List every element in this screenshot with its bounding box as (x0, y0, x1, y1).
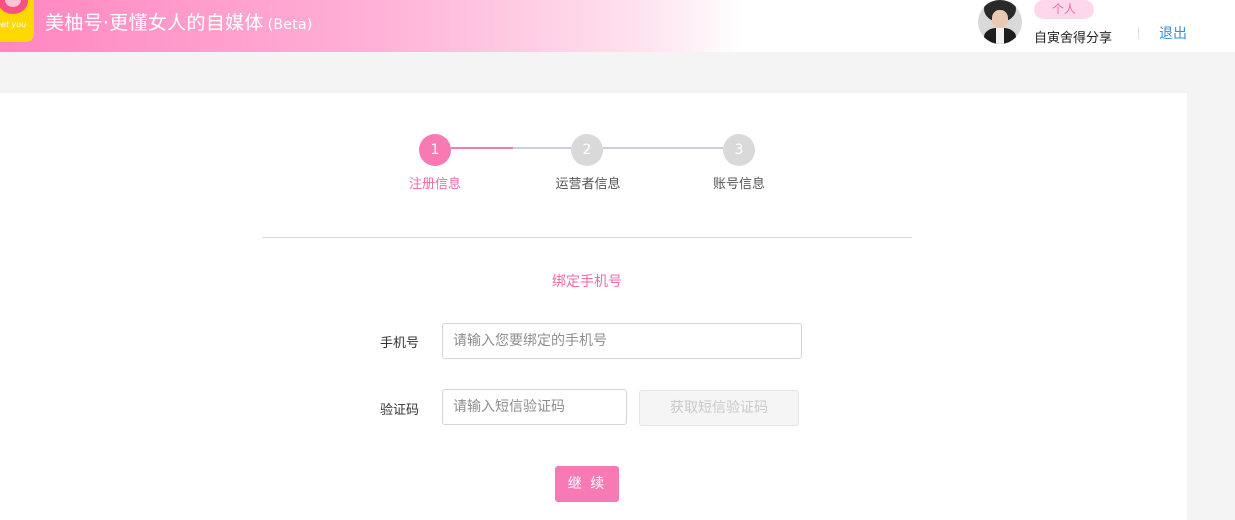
step-3-label: 账号信息 (712, 177, 765, 192)
step-3-circle: 3 (723, 134, 755, 166)
username: 自寅舍得分享 (1034, 31, 1113, 46)
site-title-text: 美柚号·更懂女人的自媒体 (45, 12, 264, 34)
account-type-badge: 个人 (1034, 0, 1094, 19)
section-divider (262, 237, 912, 238)
logout-link[interactable]: 退出 (1159, 23, 1187, 43)
get-sms-code-button[interactable]: 获取短信验证码 (639, 390, 799, 426)
step-2-circle: 2 (571, 134, 603, 166)
continue-button[interactable]: 继 续 (555, 466, 619, 502)
step-1-circle: 1 (419, 134, 451, 166)
code-label: 验证码 (380, 403, 420, 418)
sms-code-input[interactable] (442, 389, 627, 425)
header-divider (1138, 27, 1139, 39)
logo-slogan: eet you (0, 20, 27, 29)
step-2-label: 运营者信息 (555, 177, 621, 192)
meetyou-logo[interactable]: eet you (0, 0, 34, 42)
step-connector-1-active (451, 147, 513, 149)
bind-phone-title: 绑定手机号 (552, 274, 622, 290)
grapefruit-icon (0, 0, 28, 14)
site-title: 美柚号·更懂女人的自媒体 (Beta) (45, 8, 313, 35)
avatar[interactable] (978, 0, 1022, 44)
top-header: eet you 美柚号·更懂女人的自媒体(Beta) 个人 自寅舍得分享 退出 (0, 0, 1235, 52)
beta-label: (Beta) (267, 17, 313, 33)
phone-input[interactable] (442, 323, 802, 359)
step-1-label: 注册信息 (408, 177, 461, 192)
step-connector-2 (603, 147, 723, 149)
step-connector-1-rest (513, 147, 571, 149)
phone-label: 手机号 (380, 336, 420, 351)
